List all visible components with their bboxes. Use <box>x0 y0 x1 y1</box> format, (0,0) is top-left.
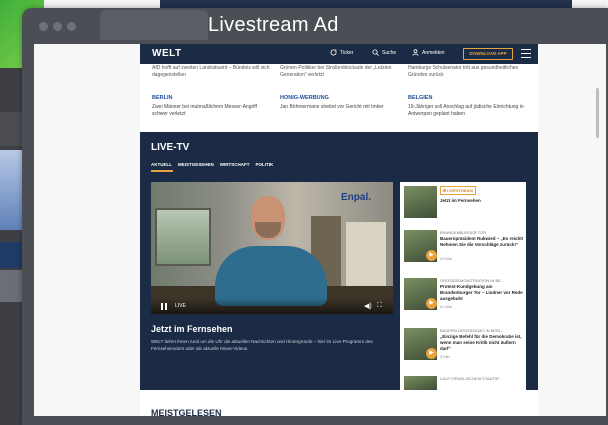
top-news-item[interactable]: AfD hofft auf zweiten Landratsamt – Bünd… <box>152 65 272 79</box>
user-icon <box>412 49 419 56</box>
window-tab[interactable] <box>100 10 208 40</box>
playlist-kicker: BRANDENBURGER TOR <box>440 230 487 235</box>
ad-brand-logo: Enpal. <box>341 192 372 203</box>
tab-wirtschaft[interactable]: WIRTSCHAFT <box>220 162 250 167</box>
search-link[interactable]: Suche <box>372 49 396 56</box>
now-on-tv-description: WELT liefert Ihnen rund um die Uhr die a… <box>151 339 373 351</box>
category-teaser[interactable]: Jan Böhmermann streitet vor Gericht mit … <box>280 104 400 111</box>
category-label[interactable]: BERLIN <box>152 95 172 101</box>
playlist-duration: 3 Min <box>440 354 450 359</box>
playlist-item[interactable]: ▶ BAUERN-GROSSDEMO IN BERL... „Einzige B… <box>404 328 524 364</box>
fullscreen-icon[interactable]: ⛶ <box>377 302 382 310</box>
pause-icon[interactable] <box>161 303 167 310</box>
close-dot[interactable] <box>39 22 48 31</box>
welt-page: WELT Ticker Suche Anmelden DOWNLOAD APP … <box>140 44 538 416</box>
play-icon: ▶ <box>426 348 437 359</box>
page-scrollbar[interactable] <box>596 88 599 138</box>
category-label[interactable]: BELGIEN <box>408 95 432 101</box>
search-label: Suche <box>382 49 397 56</box>
ticker-label: Ticker <box>340 49 354 56</box>
video-controls-bar <box>151 298 393 314</box>
playlist-kicker: BAUERN-GROSSDEMO IN BERL... <box>440 328 505 333</box>
playlist-duration: 21 Min <box>440 304 453 309</box>
video-playlist: LIVESTREAM Jetzt im Fernsehen ▶ BRANDENB… <box>400 182 526 390</box>
category-label[interactable]: HONIG-WERBUNG <box>280 95 329 101</box>
playlist-item[interactable]: ▶ GROSSDEMONSTRATION IN BE... Protest-Ku… <box>404 278 524 314</box>
download-app-button[interactable]: DOWNLOAD APP <box>463 48 513 60</box>
playlist-thumbnail <box>404 186 437 218</box>
maximize-dot[interactable] <box>67 22 76 31</box>
tab-meistgesehen[interactable]: MEISTGESEHEN <box>178 162 214 167</box>
category-teaser[interactable]: 19-Jähriger soll Anschlag auf jüdische E… <box>408 104 528 118</box>
live-indicator: LIVE <box>175 303 186 309</box>
now-on-tv-title[interactable]: Jetzt im Fernsehen <box>151 324 389 334</box>
playlist-title: Protest-Kundgebung am Brandenburger Tor … <box>440 284 523 301</box>
search-icon <box>372 49 379 56</box>
playlist-thumbnail <box>404 376 437 390</box>
active-tab-indicator <box>151 170 173 172</box>
play-icon: ▶ <box>426 298 437 309</box>
top-news-item[interactable]: Hamburgs Schulsenator tritt aus gesundhe… <box>408 65 528 79</box>
playlist-item[interactable]: LAUT ISRAELISCHEM STAATSF... <box>404 376 524 390</box>
welt-logo[interactable]: WELT <box>152 48 182 59</box>
playlist-title: Bauernpräsident Rukwied – „Es reicht! Ne… <box>440 236 524 247</box>
video-player[interactable]: Enpal. LIVE ◀) ⛶ <box>151 182 393 314</box>
ticker-link[interactable]: Ticker <box>330 49 353 56</box>
video-window <box>155 208 211 266</box>
livestream-badge: LIVESTREAM <box>440 186 476 195</box>
minimize-dot[interactable] <box>53 22 62 31</box>
live-tv-title: LIVE-TV <box>151 142 190 153</box>
presenter-body <box>215 246 327 306</box>
playlist-kicker: GROSSDEMONSTRATION IN BE... <box>440 278 505 283</box>
live-tv-section: LIVE-TV AKTUELL MEISTGESEHEN WIRTSCHAFT … <box>140 132 538 390</box>
most-read-heading: MEISTGELESEN <box>151 408 222 416</box>
login-link[interactable]: Anmelden <box>412 49 445 56</box>
playlist-kicker: LAUT ISRAELISCHEM STAATSF... <box>440 376 503 381</box>
video-cabinet <box>346 222 386 292</box>
login-label: Anmelden <box>422 49 445 56</box>
playlist-title: Jetzt im Fernsehen <box>440 198 481 203</box>
browser-viewport: WELT Ticker Suche Anmelden DOWNLOAD APP … <box>34 44 606 416</box>
playlist-item[interactable]: ▶ BRANDENBURGER TOR Bauernpräsident Rukw… <box>404 230 524 266</box>
top-news-item[interactable]: Grünen-Politiker bei Straßenblockade der… <box>280 65 400 79</box>
window-controls <box>39 22 76 31</box>
window-title: Livestream Ad <box>208 14 339 36</box>
tab-aktuell[interactable]: AKTUELL <box>151 162 172 167</box>
playlist-item[interactable]: LIVESTREAM Jetzt im Fernsehen <box>404 186 524 220</box>
ticker-icon <box>330 49 337 56</box>
window-titlebar[interactable]: Livestream Ad <box>22 8 608 44</box>
live-dot-icon <box>443 189 446 192</box>
tab-politik[interactable]: POLITIK <box>256 162 274 167</box>
menu-icon[interactable] <box>521 49 531 58</box>
category-teaser[interactable]: Zwei Männer bei mutmaßlichem Messer-Angr… <box>152 104 272 118</box>
play-icon: ▶ <box>426 250 437 261</box>
live-tv-tabs: AKTUELL MEISTGESEHEN WIRTSCHAFT POLITIK <box>151 162 273 167</box>
volume-icon[interactable]: ◀) <box>364 302 372 310</box>
playlist-title: „Einzige Befehl für die Demokratie ist, … <box>440 334 522 351</box>
site-header: WELT Ticker Suche Anmelden DOWNLOAD APP <box>140 44 538 64</box>
playlist-duration: 20 Min <box>440 256 453 261</box>
